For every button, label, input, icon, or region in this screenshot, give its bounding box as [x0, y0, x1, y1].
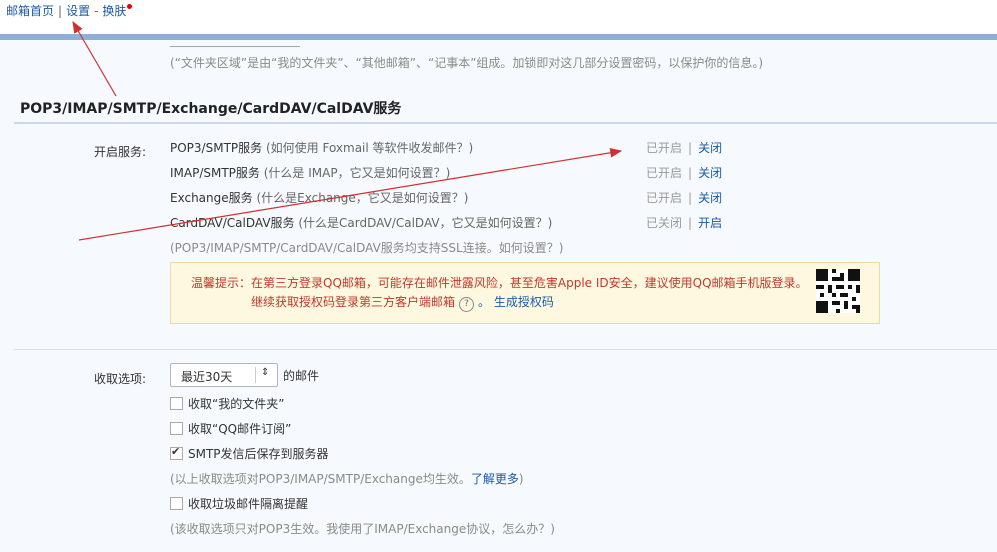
select-suffix: 的邮件	[283, 369, 320, 383]
state-separator: |	[688, 191, 693, 205]
checkbox-icon[interactable]	[170, 397, 183, 410]
top-bar: 邮箱首页 | 设置 - 换肤	[0, 0, 997, 34]
section-divider-2	[14, 349, 997, 350]
notification-dot-icon	[127, 4, 133, 9]
select-divider	[255, 367, 256, 383]
learn-more-link[interactable]: 了解更多	[471, 472, 519, 486]
service-row-pop3: POP3/SMTP服务 (如何使用 Foxmail 等软件收发邮件？)	[170, 139, 473, 156]
service-status: 已关闭	[646, 216, 683, 230]
service-status: 已开启	[646, 166, 683, 180]
folder-lock-note: (“文件夹区域”是由“我的文件夹”、“其他邮箱”、“记事本”组成。加锁即对这几部…	[170, 56, 764, 70]
service-help-link[interactable]: (如何使用 Foxmail 等软件收发邮件？)	[266, 141, 473, 155]
service-name: Exchange服务	[170, 191, 253, 205]
close-pop3-button[interactable]: 关闭	[698, 141, 722, 155]
receive-range-select[interactable]: 最近30天 ⇕	[170, 363, 278, 387]
close-exchange-button[interactable]: 关闭	[698, 191, 722, 205]
qr-code-icon[interactable]	[816, 269, 860, 313]
settings-link[interactable]: 设置	[66, 4, 90, 18]
option-my-folders[interactable]: 收取“我的文件夹”	[170, 395, 284, 412]
option-spam-reminder[interactable]: 收取垃圾邮件隔离提醒	[170, 495, 308, 512]
state-separator: |	[688, 141, 693, 155]
select-arrow-icon: ⇕	[261, 367, 270, 378]
option-label: 收取“我的文件夹”	[188, 397, 285, 411]
service-help-link[interactable]: (什么是CardDAV/CalDAV，它又是如何设置？)	[298, 216, 552, 230]
service-row-carddav: CardDAV/CalDAV服务 (什么是CardDAV/CalDAV，它又是如…	[170, 214, 552, 231]
option-label: 收取“QQ邮件订阅”	[188, 422, 292, 436]
input-underline	[170, 46, 300, 47]
ssl-note-link[interactable]: (POP3/IMAP/SMTP/CardDAV/CalDAV服务均支持SSL连接…	[170, 239, 563, 256]
service-state-exchange: 已开启 | 关闭	[646, 189, 722, 206]
service-status: 已开启	[646, 141, 683, 155]
services-label: 开启服务:	[94, 145, 147, 159]
section-title: POP3/IMAP/SMTP/Exchange/CardDAV/CalDAV服务	[20, 101, 402, 117]
receive-options-label: 收取选项:	[94, 372, 147, 386]
option-qq-subscription[interactable]: 收取“QQ邮件订阅”	[170, 420, 291, 437]
option-label: 收取垃圾邮件隔离提醒	[188, 497, 309, 511]
service-status: 已开启	[646, 191, 683, 205]
nav-dash: -	[94, 4, 99, 18]
service-row-exchange: Exchange服务 (什么是Exchange，它又是如何设置？)	[170, 189, 468, 206]
state-separator: |	[688, 216, 693, 230]
select-value: 最近30天	[181, 370, 233, 384]
help-circle-icon[interactable]: ?	[459, 297, 475, 312]
checkbox-checked-icon[interactable]	[170, 445, 183, 460]
skin-link[interactable]: 换肤	[102, 4, 126, 18]
service-row-imap: IMAP/SMTP服务 (什么是 IMAP，它又是如何设置？)	[170, 164, 450, 181]
service-name: CardDAV/CalDAV服务	[170, 216, 295, 230]
service-help-link[interactable]: (什么是 IMAP，它又是如何设置？)	[264, 166, 451, 180]
receive-note-2-link[interactable]: (该收取选项只对POP3生效。我使用了IMAP/Exchange协议，怎么办？)	[170, 520, 555, 537]
security-tip-box: 温馨提示：在第三方登录QQ邮箱，可能存在邮件泄露风险，甚至危害Apple ID安…	[170, 262, 880, 324]
service-state-pop3: 已开启 | 关闭	[646, 139, 722, 156]
top-nav: 邮箱首页 | 设置 - 换肤	[6, 2, 133, 19]
service-name: POP3/SMTP服务	[170, 141, 263, 155]
open-carddav-button[interactable]: 开启	[698, 216, 722, 230]
section-divider	[14, 122, 997, 124]
tip-line-1: 温馨提示：在第三方登录QQ邮箱，可能存在邮件泄露风险，甚至危害Apple ID安…	[191, 276, 808, 290]
settings-content: (“文件夹区域”是由“我的文件夹”、“其他邮箱”、“记事本”组成。加锁即对这几部…	[0, 40, 997, 552]
tip-line-2-text: 继续获取授权码登录第三方客户端邮箱	[251, 295, 456, 309]
generate-auth-code-link[interactable]: 。 生成授权码	[478, 295, 554, 309]
receive-note-1-end: )	[518, 472, 524, 486]
state-separator: |	[688, 166, 693, 180]
nav-separator: |	[58, 4, 63, 18]
service-state-carddav: 已关闭 | 开启	[646, 214, 722, 231]
service-state-imap: 已开启 | 关闭	[646, 164, 722, 181]
service-name: IMAP/SMTP服务	[170, 166, 260, 180]
checkbox-icon[interactable]	[170, 422, 183, 435]
checkbox-icon[interactable]	[170, 497, 183, 510]
receive-note-1-text: (以上收取选项对POP3/IMAP/SMTP/Exchange均生效。	[170, 472, 471, 486]
tip-line-2: 继续获取授权码登录第三方客户端邮箱?。 生成授权码	[251, 293, 554, 312]
option-smtp-save[interactable]: SMTP发信后保存到服务器	[170, 445, 329, 462]
service-help-link[interactable]: (什么是Exchange，它又是如何设置？)	[256, 191, 468, 205]
close-imap-button[interactable]: 关闭	[698, 166, 722, 180]
home-link[interactable]: 邮箱首页	[6, 4, 54, 18]
receive-note-1: (以上收取选项对POP3/IMAP/SMTP/Exchange均生效。了解更多)	[170, 470, 524, 487]
option-label: SMTP发信后保存到服务器	[188, 447, 329, 461]
